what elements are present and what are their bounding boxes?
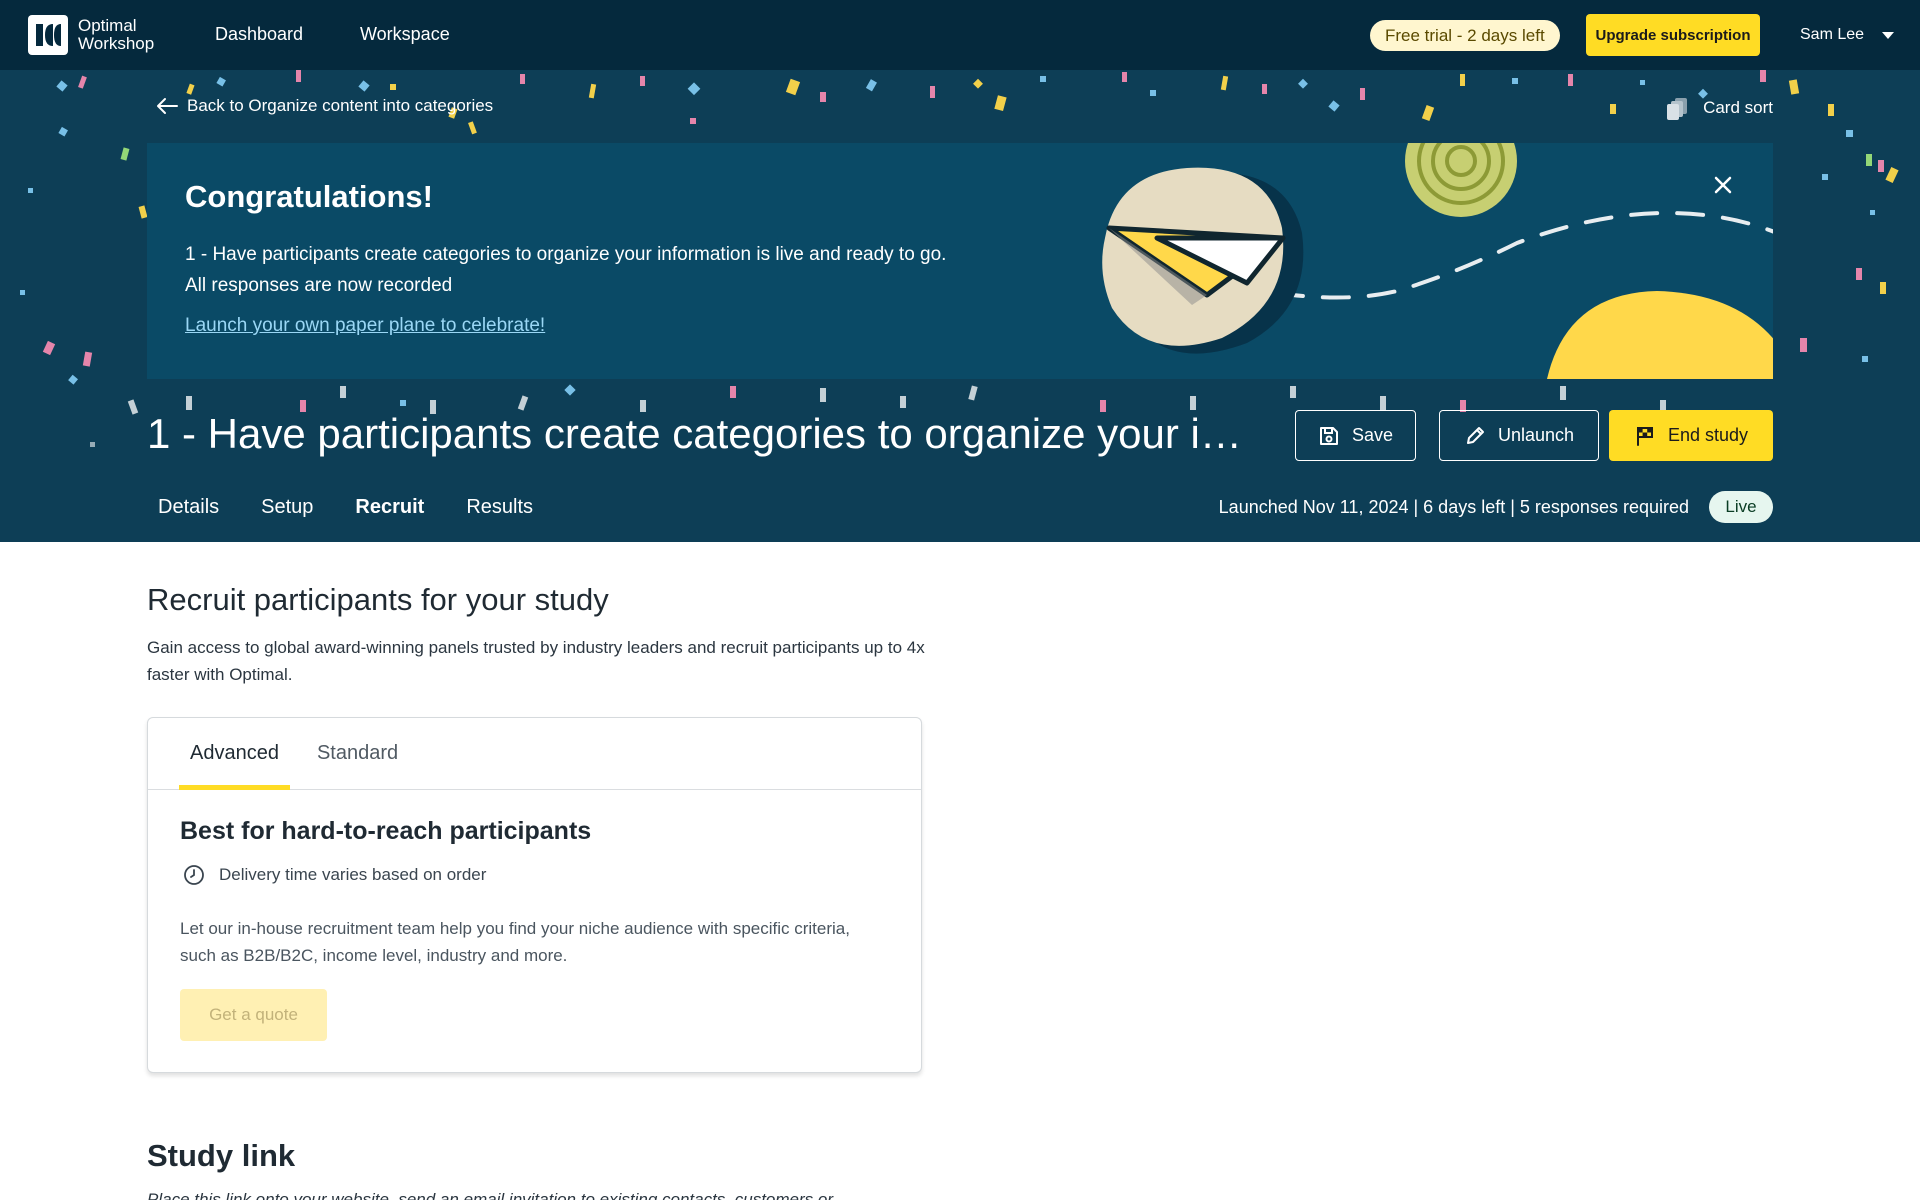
user-name: Sam Lee (1800, 26, 1865, 43)
nav-link-dashboard[interactable]: Dashboard (215, 24, 303, 45)
unlaunch-button-label: Unlaunch (1497, 425, 1575, 445)
save-button[interactable]: Save (1295, 410, 1416, 461)
nav-link-workspace[interactable]: Workspace (360, 24, 450, 45)
study-link-title: Study link (147, 1138, 296, 1173)
optimal-logo-icon (28, 15, 68, 55)
free-trial-badge[interactable]: Free trial - 2 days left (1370, 20, 1560, 51)
study-status-line: Launched Nov 11, 2024 | 6 days left | 5 … (1218, 497, 1689, 517)
logo-text-line1: Optimal (78, 16, 137, 35)
delivery-time-note: Delivery time varies based on order (183, 864, 486, 886)
recruit-title: Recruit participants for your study (147, 582, 609, 617)
pencil-icon (1466, 426, 1484, 444)
tab-details[interactable]: Details (147, 490, 230, 542)
upgrade-subscription-button[interactable]: Upgrade subscription (1586, 14, 1760, 56)
tab-results[interactable]: Results (455, 490, 544, 542)
paper-plane-illustration (1102, 143, 1773, 379)
top-navigation: Optimal Workshop Dashboard Workspace Fre… (0, 0, 1920, 70)
tab-setup[interactable]: Setup (250, 490, 324, 542)
study-type-label: Card sort (1665, 96, 1773, 120)
app-logo[interactable]: Optimal Workshop (28, 15, 168, 55)
get-a-quote-button[interactable]: Get a quote (180, 989, 327, 1041)
recruitment-heading: Best for hard-to-reach participants (180, 817, 592, 845)
flag-icon (1636, 426, 1653, 446)
status-badge: Live (1709, 491, 1773, 523)
user-menu[interactable]: Sam Lee (1800, 26, 1895, 44)
chevron-down-icon (1882, 31, 1895, 39)
close-icon[interactable] (1711, 173, 1735, 197)
congratulations-line1: 1 - Have participants create categories … (185, 244, 947, 265)
end-study-button-label: End study (1667, 425, 1749, 445)
arrow-left-icon (157, 98, 178, 114)
save-button-label: Save (1351, 425, 1394, 445)
back-link-label: Back to Organize content into categories (187, 96, 494, 115)
launch-paper-plane-link[interactable]: Launch your own paper plane to celebrate… (185, 315, 545, 337)
delivery-time-text: Delivery time varies based on order (219, 865, 487, 884)
back-link[interactable]: Back to Organize content into categories (155, 96, 493, 116)
study-tabs: Details Setup Recruit Results (147, 490, 564, 542)
recruit-description: Gain access to global award-winning pane… (147, 638, 925, 684)
congratulations-banner: Congratulations! 1 - Have participants c… (147, 143, 1773, 379)
logo-text: Optimal Workshop (78, 17, 168, 53)
logo-text-line2: Workshop (78, 34, 155, 53)
card-stack-icon (1667, 98, 1688, 120)
recruitment-body: Let our in-house recruitment team help y… (180, 919, 850, 965)
recruitment-options-card: Advanced Standard Best for hard-to-reach… (147, 717, 922, 1073)
end-study-button[interactable]: End study (1609, 410, 1773, 461)
congratulations-message: 1 - Have participants create categories … (185, 239, 1085, 301)
tab-standard[interactable]: Standard (306, 718, 409, 789)
unlaunch-button[interactable]: Unlaunch (1439, 410, 1599, 461)
tab-advanced[interactable]: Advanced (179, 718, 290, 790)
clock-icon (184, 865, 204, 885)
study-hero: Back to Organize content into categories… (0, 70, 1920, 542)
tab-recruit[interactable]: Recruit (344, 490, 435, 542)
study-link-description: Place this link onto your website, send … (147, 1190, 834, 1200)
study-type-text: Card sort (1703, 98, 1773, 117)
congratulations-line2: All responses are now recorded (185, 275, 453, 296)
study-title: 1 - Have participants create categories … (147, 410, 1257, 457)
recruitment-tabs: Advanced Standard (148, 718, 921, 790)
floppy-disk-icon (1319, 426, 1338, 445)
congratulations-title: Congratulations! (185, 179, 433, 214)
